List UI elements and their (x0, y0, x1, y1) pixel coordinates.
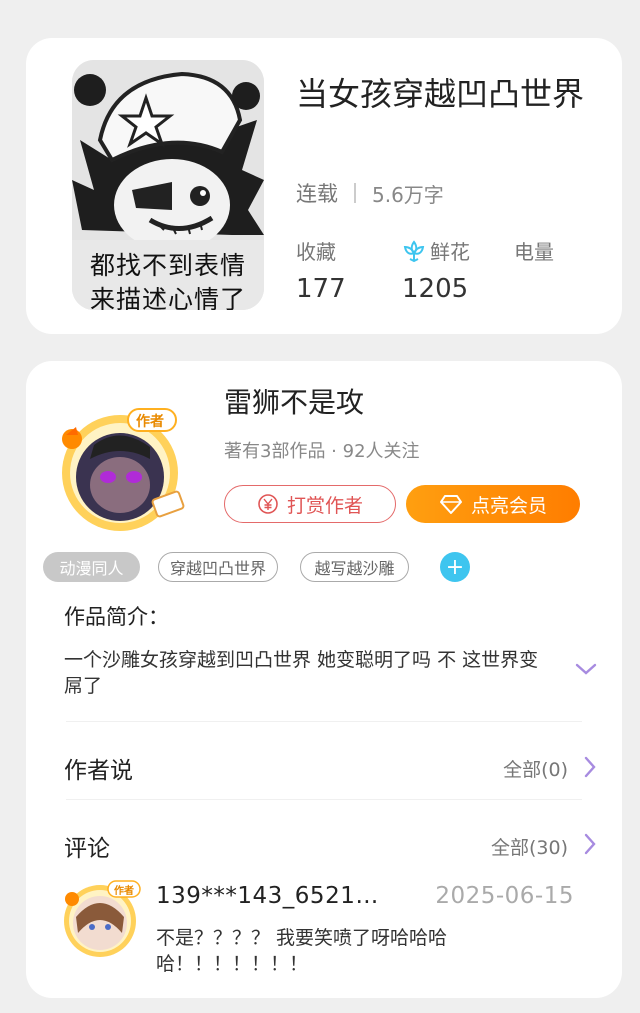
author-name[interactable]: 雷狮不是攻 (224, 381, 364, 421)
tag-style[interactable]: 越写越沙雕 (300, 552, 409, 582)
author-says-title: 作者说 (64, 758, 133, 784)
expand-chevron-down-icon[interactable] (574, 661, 598, 677)
stat-value-flowers: 1205 (402, 274, 469, 304)
stat-label-flowers: 鲜花 (402, 236, 470, 265)
yen-coin-icon (258, 494, 278, 514)
tag-category[interactable]: 动漫同人 (43, 552, 140, 582)
avatar-image (62, 408, 185, 531)
word-count: 5.6万字 (372, 182, 444, 207)
divider (66, 721, 582, 722)
comment-username[interactable]: 139***143_6521… (156, 883, 379, 909)
flower-icon (403, 239, 425, 262)
meta-divider (354, 183, 356, 203)
diamond-icon (439, 495, 462, 514)
book-meta: 连载 5.6万字 (296, 178, 444, 208)
author-says-more-link[interactable]: 全部(0) (503, 755, 568, 782)
cover-caption-line2: 来描述心情了 (89, 285, 246, 310)
comment-text[interactable]: 不是？？？？ 我要笑喷了呀哈哈哈哈！！！！！！！ (156, 925, 486, 977)
vip-button[interactable]: 点亮会员 (406, 485, 580, 523)
author-meta: 著有3部作品 · 92人关注 (224, 441, 420, 462)
cover-caption-line1: 都找不到表情 (89, 251, 246, 280)
intro-text: 一个沙雕女孩穿越到凹凸世界 她变聪明了吗 不 这世界变屌了 (64, 649, 539, 697)
divider (66, 799, 582, 800)
book-cover[interactable]: 都找不到表情 来描述心情了 (72, 60, 264, 310)
author-badge: 作者 (136, 414, 164, 430)
comments-chevron-right-icon[interactable] (582, 832, 598, 856)
stat-label-favorites: 收藏 (296, 240, 336, 264)
tag-series[interactable]: 穿越凹凸世界 (158, 552, 278, 582)
flower-label-text: 鲜花 (430, 240, 470, 264)
tip-author-button[interactable]: 打赏作者 (224, 485, 396, 523)
author-avatar[interactable]: 作者 (54, 405, 190, 535)
author-says-chevron-right-icon[interactable] (582, 755, 598, 779)
stat-value-favorites: 177 (296, 274, 346, 304)
author-card: 作者 雷狮不是攻 著有3部作品 · 92人关注 打赏作者 点亮会员 动漫同人 穿… (26, 361, 622, 998)
intro-label: 作品简介： (64, 605, 169, 629)
book-info-card: 都找不到表情 来描述心情了 当女孩穿越凹凸世界 连载 5.6万字 收藏 177 … (26, 38, 622, 334)
comment-date: 2025-06-15 (435, 883, 574, 909)
add-tag-button[interactable]: + (440, 552, 470, 582)
plus-icon: + (445, 554, 465, 580)
comments-title: 评论 (64, 836, 110, 862)
comment-author-badge: 作者 (114, 886, 134, 897)
tip-author-label: 打赏作者 (286, 494, 363, 517)
comment-avatar[interactable]: 作者 (60, 877, 142, 959)
vip-label: 点亮会员 (470, 494, 547, 517)
book-status: 连载 (296, 182, 338, 206)
comments-more-link[interactable]: 全部(30) (491, 833, 568, 860)
book-title: 当女孩穿越凹凸世界 (296, 75, 585, 113)
stat-label-power: 电量 (514, 240, 554, 264)
